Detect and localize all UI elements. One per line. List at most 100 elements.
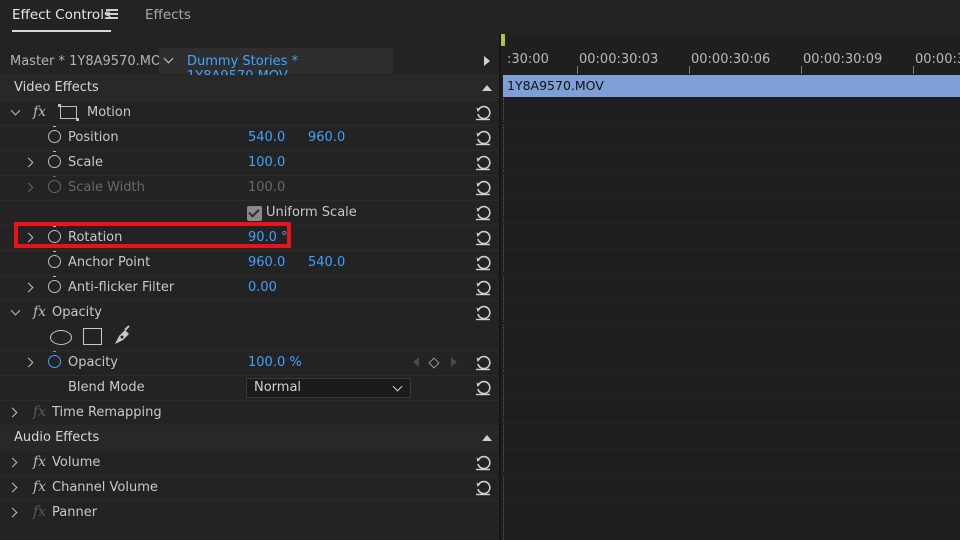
row-divider (501, 173, 960, 174)
disclosure-closed-icon (23, 182, 34, 193)
property-blend-mode: Blend Mode Normal (0, 375, 500, 400)
timecode-label: 00:00:30:06 (691, 52, 771, 67)
anchor-point-label: Anchor Point (68, 255, 151, 270)
reset-icon[interactable] (475, 255, 491, 271)
ruler-tick (689, 66, 690, 74)
stopwatch-icon[interactable] (48, 351, 61, 368)
row-divider (501, 273, 960, 274)
audio-effects-label: Audio Effects (14, 430, 100, 445)
panner-label: Panner (52, 505, 98, 520)
fx-icon[interactable]: fx (33, 104, 46, 120)
anti-flicker-value[interactable]: 0.00 (248, 280, 277, 295)
reset-icon[interactable] (475, 305, 491, 321)
fx-icon: fx (33, 504, 47, 520)
collapse-up-icon[interactable] (482, 435, 492, 441)
anchor-point-y-value[interactable]: 540.0 (308, 255, 345, 270)
panel-tab-bar: Effect Controls Effects (0, 0, 960, 34)
property-scale-width: Scale Width 100.0 (0, 175, 500, 200)
reset-icon[interactable] (475, 230, 491, 246)
row-divider (501, 473, 960, 474)
master-clip-label[interactable]: Master * 1Y8A9570.MOV (10, 54, 170, 69)
pen-mask-icon[interactable] (112, 325, 134, 351)
time-ruler[interactable]: :30:00 00:00:30:03 00:00:30:06 00:00:30:… (501, 48, 960, 74)
time-remapping-label: Time Remapping (52, 405, 162, 420)
tab-effects[interactable]: Effects (145, 7, 191, 23)
blend-mode-value: Normal (254, 380, 302, 395)
blend-mode-dropdown[interactable]: Normal (246, 378, 411, 398)
reset-icon[interactable] (475, 130, 491, 146)
uniform-scale-checkbox[interactable] (247, 206, 262, 221)
volume-label: Volume (52, 455, 101, 470)
scale-value[interactable]: 100.0 (248, 155, 285, 170)
disclosure-closed-icon[interactable] (7, 507, 18, 518)
row-divider (501, 398, 960, 399)
position-label: Position (68, 130, 119, 145)
stopwatch-icon[interactable] (48, 251, 61, 268)
disclosure-open-icon[interactable] (10, 305, 21, 316)
effect-controls-timeline: :30:00 00:00:30:03 00:00:30:06 00:00:30:… (501, 34, 960, 540)
property-opacity: Opacity 100.0 % (0, 350, 500, 375)
fx-icon[interactable]: fx (33, 479, 46, 495)
row-divider (501, 373, 960, 374)
fx-icon[interactable]: fx (33, 304, 46, 320)
row-divider (501, 323, 960, 324)
disclosure-closed-icon[interactable] (7, 482, 18, 493)
reset-icon[interactable] (475, 105, 491, 121)
ruler-tick (913, 66, 914, 74)
row-divider (501, 423, 960, 424)
opacity-effect-label: Opacity (52, 305, 103, 320)
rectangle-mask-icon[interactable] (83, 328, 102, 345)
ruler-tick (801, 66, 802, 74)
disclosure-closed-icon[interactable] (7, 457, 18, 468)
reset-icon[interactable] (475, 155, 491, 171)
ellipse-mask-icon[interactable] (50, 330, 72, 345)
row-divider (501, 223, 960, 224)
property-scale: Scale 100.0 (0, 150, 500, 175)
reset-icon[interactable] (475, 280, 491, 296)
opacity-value[interactable]: 100.0 % (248, 355, 302, 370)
fx-icon[interactable]: fx (33, 454, 46, 470)
row-divider (501, 298, 960, 299)
playhead-marker[interactable] (501, 34, 505, 46)
reset-icon[interactable] (475, 480, 491, 496)
show-timeline-icon[interactable] (484, 56, 490, 66)
add-keyframe-icon[interactable] (428, 357, 440, 369)
reset-icon[interactable] (475, 380, 491, 396)
position-x-value[interactable]: 540.0 (248, 130, 285, 145)
position-y-value[interactable]: 960.0 (308, 130, 345, 145)
reset-icon[interactable] (475, 180, 491, 196)
row-divider (501, 498, 960, 499)
stopwatch-icon (48, 176, 61, 193)
anchor-point-x-value[interactable]: 960.0 (248, 255, 285, 270)
panel-menu-icon[interactable] (106, 9, 118, 19)
audio-effects-header: Audio Effects (0, 425, 500, 450)
disclosure-open-icon[interactable] (10, 105, 21, 116)
previous-keyframe-icon[interactable] (413, 357, 419, 367)
uniform-scale-label: Uniform Scale (266, 205, 357, 220)
effect-panner: fx Panner (0, 500, 500, 525)
reset-icon[interactable] (475, 355, 491, 371)
reset-icon[interactable] (475, 455, 491, 471)
clip-header: Master * 1Y8A9570.MOV Dummy Stories * 1Y… (0, 48, 500, 84)
anti-flicker-label: Anti-flicker Filter (68, 280, 175, 295)
stopwatch-icon[interactable] (48, 276, 61, 293)
disclosure-closed-icon[interactable] (23, 357, 34, 368)
timecode-label: 00:00:3 (915, 52, 960, 67)
stopwatch-icon[interactable] (48, 151, 61, 168)
reset-icon[interactable] (475, 205, 491, 221)
sequence-clip-selector[interactable]: Dummy Stories * 1Y8A9570.MOV (159, 48, 393, 84)
blend-mode-label: Blend Mode (68, 380, 145, 395)
stopwatch-icon[interactable] (48, 126, 61, 143)
timeline-clip-label: 1Y8A9570.MOV (507, 78, 604, 93)
effect-opacity: fx Opacity (0, 300, 500, 325)
disclosure-closed-icon[interactable] (7, 407, 18, 418)
collapse-up-icon[interactable] (482, 85, 492, 91)
disclosure-closed-icon[interactable] (23, 282, 34, 293)
channel-volume-label: Channel Volume (52, 480, 158, 495)
disclosure-closed-icon[interactable] (23, 157, 34, 168)
transform-icon[interactable] (58, 104, 79, 121)
timeline-clip[interactable]: 1Y8A9570.MOV (503, 75, 960, 97)
tab-effect-controls[interactable]: Effect Controls (12, 7, 111, 32)
next-keyframe-icon[interactable] (451, 357, 457, 367)
timecode-label: :30:00 (507, 52, 549, 67)
